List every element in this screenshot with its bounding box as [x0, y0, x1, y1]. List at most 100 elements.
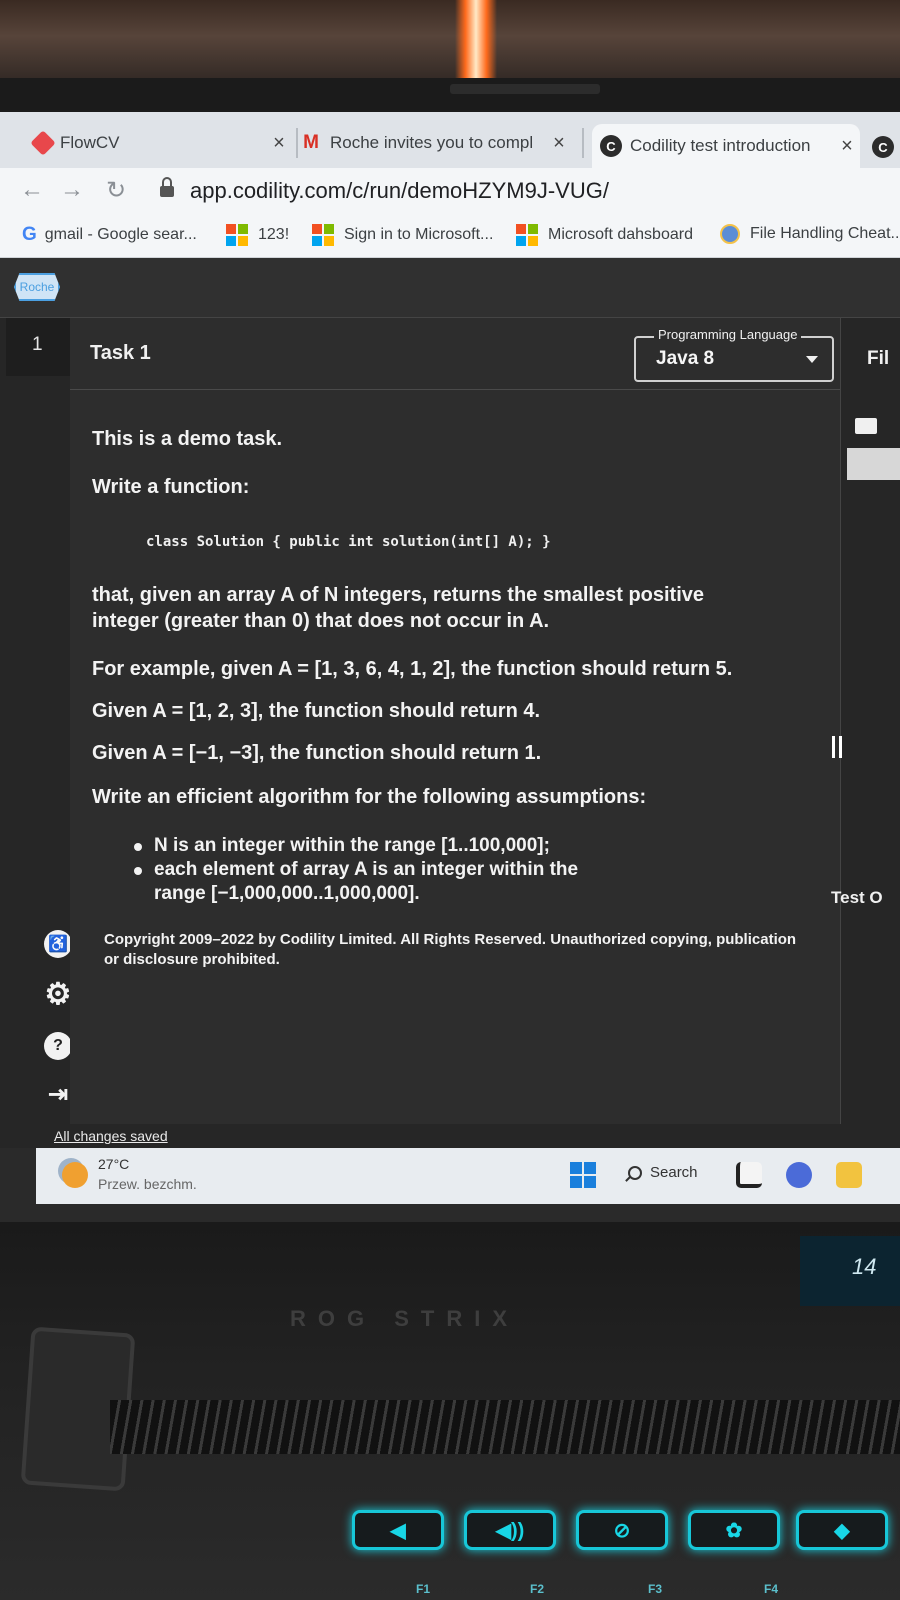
tab-separator [582, 128, 584, 158]
task-number-tab[interactable]: 1 [6, 318, 70, 376]
rog-key[interactable]: ◆ [796, 1510, 888, 1550]
bookmark-microsoft-dashboard[interactable]: Microsoft dahsboard [516, 224, 693, 246]
tab-flowcv[interactable]: FlowCV × [30, 124, 292, 162]
task-example-3: Given A = [−1, −3], the function should … [92, 742, 542, 764]
forward-arrow-icon[interactable]: → [58, 176, 86, 204]
laptop-vent [110, 1400, 900, 1454]
light-glare [455, 0, 497, 78]
task-example-2: Given A = [1, 2, 3], the function should… [92, 700, 541, 722]
tab-separator [296, 128, 298, 158]
tab-codility[interactable]: C Codility test introduction × [592, 124, 860, 168]
screen-bezel [0, 78, 900, 114]
mic-mute-key[interactable]: ⊘ [576, 1510, 668, 1550]
task-rail: 1 ♿ ⚙ ? ⇥ [0, 318, 72, 1148]
weather-description: Przew. bezchm. [98, 1176, 197, 1192]
bookmark-label: Sign in to Microsoft... [344, 226, 494, 243]
windows-taskbar: 27°C Przew. bezchm. Search [36, 1148, 900, 1204]
task-panel: Task 1 Programming Language Java 8 This … [70, 318, 840, 1148]
accessibility-icon[interactable]: ♿ [44, 930, 72, 958]
bookmark-label: gmail - Google sear... [44, 226, 197, 243]
gmail-icon: M [303, 132, 319, 153]
bookmarks-bar: G gmail - Google sear... 123! Sign in to… [0, 214, 900, 258]
pause-icon[interactable] [832, 736, 842, 758]
list-item: each element of array A is an integer wi… [132, 858, 602, 906]
task-description: This is a demo task. Write a function: c… [92, 426, 802, 970]
f2-label: F2 [530, 1582, 545, 1596]
task-example-1: For example, given A = [1, 3, 6, 4, 1, 2… [92, 658, 733, 680]
bookmark-sign-in-microsoft[interactable]: Sign in to Microsoft... [312, 224, 493, 246]
logout-icon[interactable]: ⇥ [44, 1080, 72, 1108]
roche-logo: Roche [14, 273, 60, 301]
close-icon[interactable]: × [834, 135, 860, 158]
f4-label: F4 [764, 1582, 779, 1596]
close-icon[interactable]: × [546, 132, 572, 155]
search-label: Search [650, 1164, 698, 1181]
windows-start-icon[interactable] [570, 1162, 596, 1188]
reload-icon[interactable]: ↻ [102, 176, 130, 205]
url-field[interactable]: app.codility.com/c/run/demoHZYM9J-VUG/ [190, 178, 609, 204]
tab-title: FlowCV [60, 133, 120, 152]
back-arrow-icon[interactable]: ← [18, 176, 46, 204]
laptop-screen: FlowCV × M Roche invites you to compl × … [0, 112, 900, 1222]
language-select[interactable]: Programming Language Java 8 [634, 327, 834, 382]
save-status: All changes saved [54, 1128, 168, 1144]
app-header: Roche [0, 258, 900, 318]
status-bar: All changes saved [0, 1124, 900, 1148]
file-button[interactable] [847, 448, 900, 480]
code-signature: class Solution { public int solution(int… [146, 534, 551, 550]
files-label: Fil [867, 348, 890, 369]
webcam-notch [450, 84, 600, 94]
address-bar: ← → ↻ app.codility.com/c/run/demoHZYM9J-… [0, 168, 900, 214]
help-icon[interactable]: ? [44, 1032, 72, 1060]
tab-title: Codility test introduction [630, 136, 811, 155]
assumptions-list: N is an integer within the range [1..100… [132, 834, 802, 906]
volume-mute-key[interactable]: ◀ [352, 1510, 444, 1550]
gear-icon[interactable]: ⚙ [44, 978, 72, 1011]
globe-icon [720, 224, 740, 244]
bookmark-label: File Handling Cheat... [750, 225, 900, 242]
copyright-notice: Copyright 2009–2022 by Codility Limited.… [104, 931, 797, 968]
folder-icon[interactable] [855, 418, 877, 434]
google-icon: G [22, 224, 37, 245]
bookmark-gmail[interactable]: G gmail - Google sear... [22, 224, 197, 246]
task-header: Task 1 Programming Language Java 8 [70, 318, 840, 390]
fan-key[interactable]: ✿ [688, 1510, 780, 1550]
close-icon[interactable]: × [266, 132, 292, 155]
teams-chat-icon[interactable] [786, 1162, 812, 1188]
browser-tab-strip: FlowCV × M Roche invites you to compl × … [0, 112, 900, 168]
volume-up-key[interactable]: ◀)) [464, 1510, 556, 1550]
language-value: Java 8 [656, 348, 715, 369]
bookmark-label: 123! [258, 226, 290, 243]
f1-label: F1 [416, 1582, 431, 1596]
microsoft-icon [226, 224, 248, 246]
tab-title: Roche invites you to compl [330, 133, 534, 152]
test-output-label: Test O [831, 888, 883, 907]
assumptions-heading: Write an efficient algorithm for the fol… [92, 786, 647, 808]
microsoft-icon [312, 224, 334, 246]
task-view-icon[interactable] [736, 1162, 762, 1188]
task-write-function: Write a function: [92, 476, 250, 498]
microsoft-icon [516, 224, 538, 246]
f3-label: F3 [648, 1582, 663, 1596]
search-icon [628, 1165, 642, 1180]
codility-icon: C [600, 135, 622, 157]
codility-icon[interactable]: C [872, 136, 894, 158]
led-display: 14 [800, 1236, 900, 1306]
weather-icon[interactable] [62, 1162, 88, 1188]
task-intro: This is a demo task. [92, 428, 283, 450]
file-explorer-icon[interactable] [836, 1162, 862, 1188]
brand-logo: ROG STRIX [290, 1306, 520, 1331]
task-problem-statement: that, given an array A of N integers, re… [92, 584, 705, 632]
chevron-down-icon [806, 356, 818, 363]
language-label: Programming Language [654, 327, 802, 342]
bookmark-file-handling[interactable]: File Handling Cheat... [720, 224, 900, 244]
lock-icon[interactable] [160, 177, 174, 197]
list-item: N is an integer within the range [1..100… [132, 834, 802, 858]
bookmark-label: Microsoft dahsboard [548, 226, 693, 243]
background-wall [0, 0, 900, 90]
files-panel: Fil Test O [831, 318, 900, 1148]
tab-roche-invite[interactable]: M Roche invites you to compl × [300, 124, 572, 162]
bookmark-123[interactable]: 123! [226, 224, 289, 246]
temperature: 27°C [98, 1156, 130, 1172]
taskbar-search[interactable]: Search [628, 1164, 698, 1181]
